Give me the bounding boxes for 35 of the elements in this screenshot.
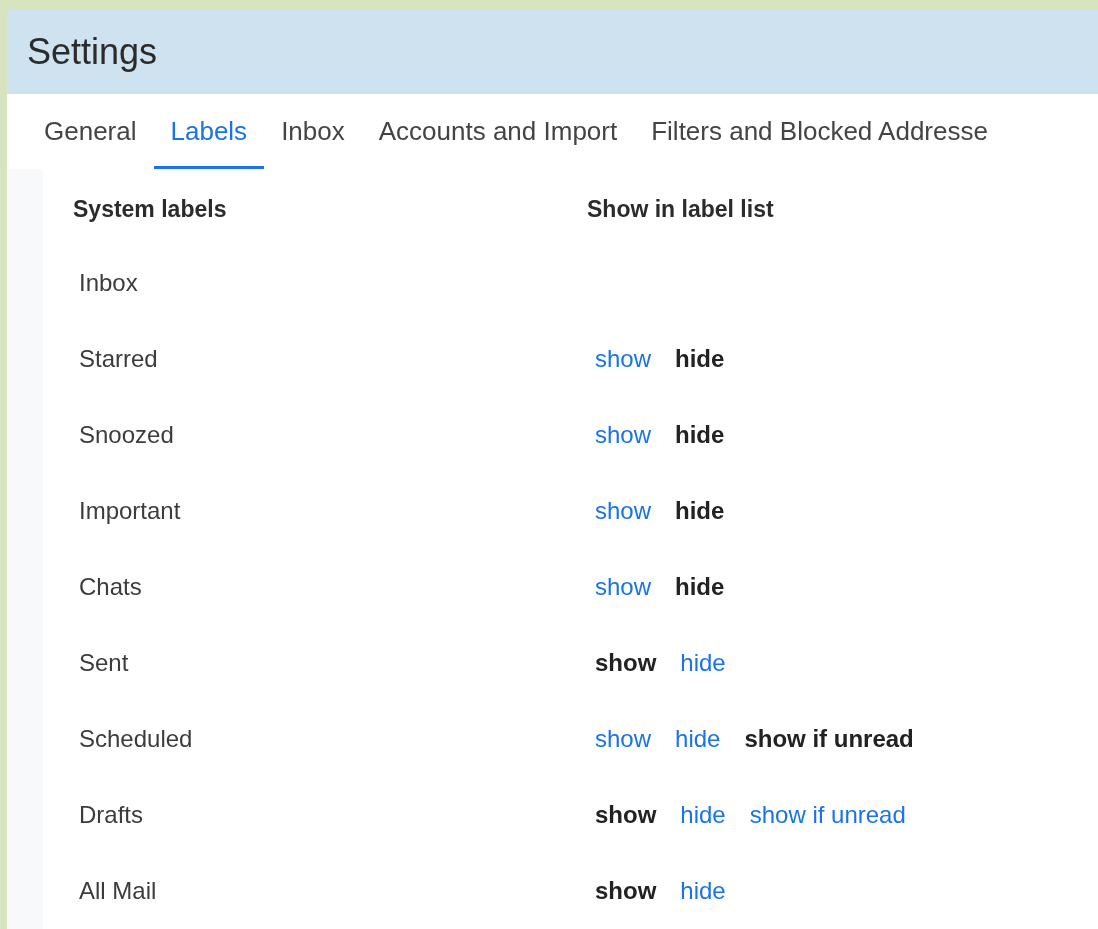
option-link[interactable]: show if unread xyxy=(749,801,906,829)
label-name: Starred xyxy=(78,344,159,374)
option-link[interactable]: show xyxy=(595,573,652,601)
current-option[interactable]: hide xyxy=(675,497,725,525)
label-name: Inbox xyxy=(78,268,139,298)
tab[interactable]: Inbox xyxy=(264,94,362,169)
option-link[interactable]: hide xyxy=(680,801,726,829)
column-header: System labels xyxy=(73,194,228,224)
current-option[interactable]: hide xyxy=(675,421,725,449)
label-name: Important xyxy=(78,496,182,526)
current-option[interactable]: hide xyxy=(675,345,725,373)
tab[interactable]: General xyxy=(27,94,154,169)
current-option[interactable]: show if unread xyxy=(744,725,914,753)
current-option[interactable]: show xyxy=(595,649,657,677)
option-link[interactable]: hide xyxy=(680,877,726,905)
current-option[interactable]: hide xyxy=(675,573,725,601)
current-option[interactable]: show xyxy=(595,801,657,829)
label-name: Chats xyxy=(78,572,143,602)
page-title: Settings xyxy=(27,31,158,74)
label-name: Scheduled xyxy=(78,724,194,754)
tab[interactable]: Filters and Blocked Addresse xyxy=(634,94,1005,169)
option-link[interactable]: show xyxy=(595,725,652,753)
label-name: Sent xyxy=(78,648,130,678)
option-link[interactable]: show xyxy=(595,421,652,449)
column-header: Show in label list xyxy=(587,194,775,224)
label-name: All Mail xyxy=(78,876,158,906)
label-name: Snoozed xyxy=(78,420,175,450)
option-link[interactable]: show xyxy=(595,345,652,373)
label-name: Drafts xyxy=(78,800,144,830)
option-link[interactable]: show xyxy=(595,497,652,525)
option-link[interactable]: hide xyxy=(680,649,726,677)
tab[interactable]: Labels xyxy=(153,94,265,169)
tab[interactable]: Accounts and Import xyxy=(361,94,635,169)
current-option[interactable]: show xyxy=(595,877,657,905)
option-link[interactable]: hide xyxy=(675,725,721,753)
